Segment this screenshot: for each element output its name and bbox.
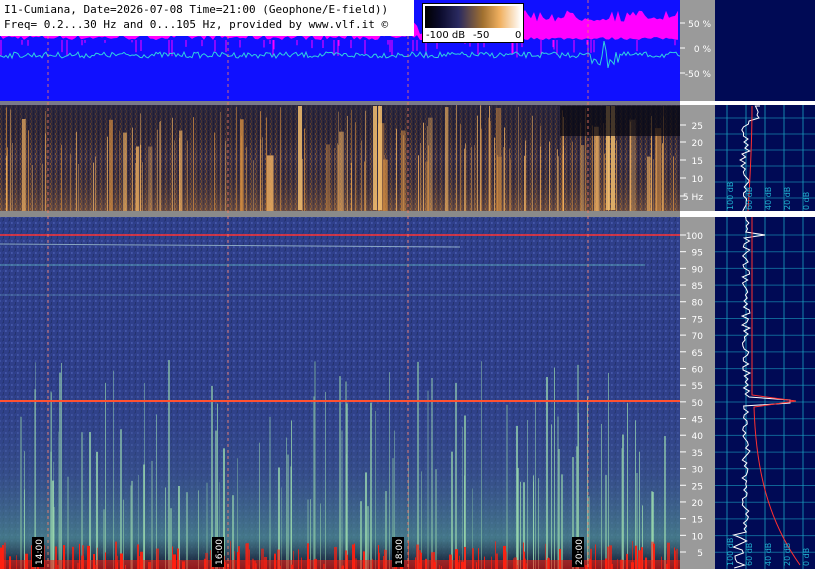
side-db-label-group: 60 dB	[745, 543, 754, 566]
side-db-label-group: 20 dB	[783, 187, 792, 210]
high-freq-tick-label: 10	[692, 532, 704, 542]
side-db-label-group: 0 dB	[802, 192, 811, 210]
side-db-label-group: 0 dB	[802, 548, 811, 566]
high-freq-tick-label: 85	[692, 282, 703, 292]
high-freq-tick-label: 35	[692, 449, 703, 459]
side-db-label-group: 40 dB	[764, 543, 773, 566]
scale-label-max: 0	[515, 30, 522, 41]
side-db-label-group: 20 dB	[783, 543, 792, 566]
high-freq-tick-label: 30	[692, 466, 704, 476]
time-tick-label: 14:00	[35, 539, 45, 565]
side-db-label: 0 dB	[802, 548, 811, 566]
time-tick-label-group: 18:00	[392, 537, 405, 567]
low-freq-tick-label: 25	[692, 122, 703, 132]
time-tick-label-group: 14:00	[32, 537, 45, 567]
side-db-label-group: 60 dB	[745, 187, 754, 210]
high-freq-tick-label: 75	[692, 315, 703, 325]
vlf-spectrogram-screen: { "header": { "title_line_1": "I1-Cumian…	[0, 0, 815, 569]
side-db-label: 20 dB	[783, 543, 792, 566]
time-tick-label: 20:00	[575, 539, 585, 565]
high-freq-tick-label: 40	[692, 432, 704, 442]
side-db-label: 100 dB	[726, 538, 735, 566]
amplitude-tick-label: -50 %	[685, 70, 712, 80]
color-scale-bar	[425, 6, 521, 28]
time-tick-label-group: 20:00	[572, 537, 585, 567]
low-freq-tick-label: 15	[692, 157, 703, 167]
side-panel-top	[715, 0, 815, 102]
high-freq-tick-label: 100	[686, 232, 703, 242]
low-freq-tick-label: 5 Hz	[683, 193, 703, 203]
scale-label-mid: -50	[473, 30, 490, 41]
side-db-label-group: 100 dB	[726, 182, 735, 210]
high-freq-tick-label: 15	[692, 516, 703, 526]
high-freq-tick-label: 95	[692, 249, 703, 259]
high-freq-tick-label: 80	[692, 299, 704, 309]
high-freq-tick-label: 65	[692, 349, 703, 359]
side-db-label-group: 40 dB	[764, 187, 773, 210]
side-db-label-group: 100 dB	[726, 538, 735, 566]
spectrogram-canvas: 50 %0 %-50 % 252015105 Hz 10095908580757…	[0, 0, 815, 569]
side-db-label: 100 dB	[726, 182, 735, 210]
high-freq-tick-label: 60	[692, 365, 704, 375]
high-freq-tick-label: 45	[692, 416, 703, 426]
side-db-label: 60 dB	[745, 543, 754, 566]
high-freq-tick-label: 5	[697, 549, 703, 559]
title-line-1: I1-Cumiana, Date=2026-07-08 Time=21:00 (…	[4, 3, 389, 16]
title-box: I1-Cumiana, Date=2026-07-08 Time=21:00 (…	[0, 0, 414, 36]
side-db-label: 40 dB	[764, 543, 773, 566]
side-db-label: 0 dB	[802, 192, 811, 210]
time-tick-label-group: 16:00	[212, 537, 225, 567]
scale-label-min: -100 dB	[426, 30, 466, 41]
amplitude-tick-label: 50 %	[688, 20, 711, 30]
high-freq-tick-label: 25	[692, 482, 703, 492]
amplitude-tick-label: 0 %	[694, 45, 712, 55]
title-line-2: Freq= 0.2...30 Hz and 0...105 Hz, provid…	[4, 18, 389, 31]
low-freq-tick-label: 20	[692, 139, 704, 149]
side-db-label: 20 dB	[783, 187, 792, 210]
high-freq-tick-label: 70	[692, 332, 704, 342]
side-db-label: 60 dB	[745, 187, 754, 210]
time-tick-label: 16:00	[215, 539, 225, 565]
color-scale-legend: -100 dB -50 0	[422, 3, 524, 43]
low-freq-tick-label: 10	[692, 175, 704, 185]
side-db-label: 40 dB	[764, 187, 773, 210]
high-freq-tick-label: 55	[692, 382, 703, 392]
high-freq-tick-label: 90	[692, 265, 704, 275]
time-tick-label: 18:00	[395, 539, 405, 565]
high-freq-tick-label: 50	[692, 399, 704, 409]
high-freq-tick-label: 20	[692, 499, 704, 509]
